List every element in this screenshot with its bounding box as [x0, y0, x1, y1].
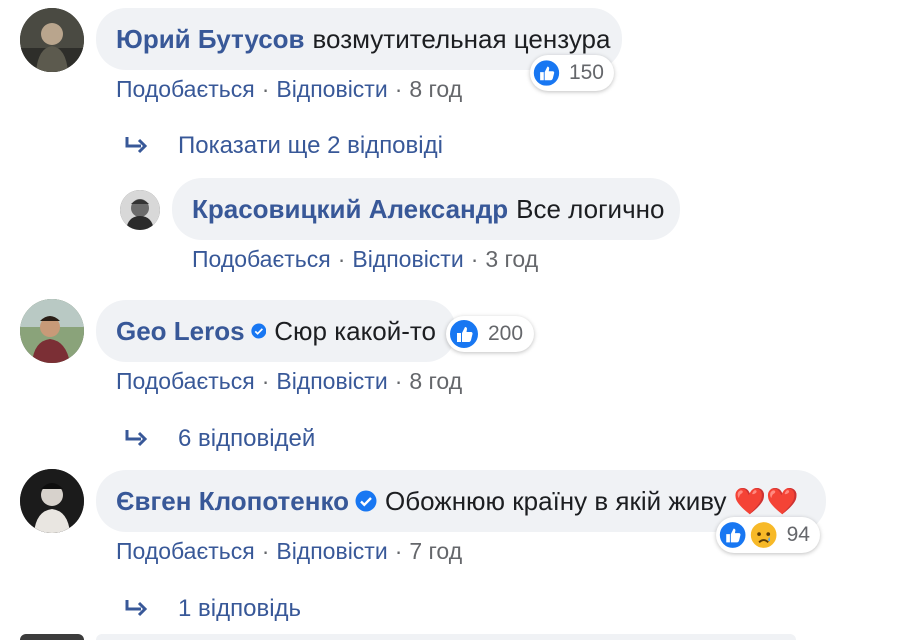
reaction-summary[interactable]: 94 [716, 517, 820, 553]
separator: · [394, 368, 403, 394]
reply-link[interactable]: Відповісти [276, 76, 387, 103]
comment-bubble: Geo Leros Сюр какой-то [96, 300, 456, 362]
like-link[interactable]: Подобається [116, 538, 255, 565]
reply-bubble: Красовицкий Александр Все логично [172, 178, 680, 240]
separator: · [261, 76, 270, 102]
show-replies-link[interactable]: Показати ще 2 відповіді [124, 132, 443, 160]
avatar[interactable] [120, 190, 160, 230]
like-link[interactable]: Подобається [116, 368, 255, 395]
reply-link[interactable]: Відповісти [352, 246, 463, 273]
show-replies-link[interactable]: 1 відповідь [124, 595, 301, 623]
reaction-summary[interactable]: 200 [446, 316, 534, 352]
reply-arrow-icon [125, 600, 148, 617]
like-icon [532, 58, 561, 88]
timestamp[interactable]: 8 год [409, 76, 462, 103]
comment-text: Сюр какой-то [274, 315, 436, 346]
reply-link[interactable]: Відповісти [276, 538, 387, 565]
comment-text: Обожнюю країну в якій живу ❤️❤️ [385, 485, 799, 516]
show-replies-label: Показати ще 2 відповіді [178, 132, 443, 159]
comment-text: возмутительная цензура [312, 23, 611, 54]
show-replies-label: 6 відповідей [178, 425, 316, 452]
like-icon [718, 520, 748, 550]
reply-text: Все логично [516, 193, 665, 224]
like-icon [448, 318, 480, 350]
separator: · [261, 368, 270, 394]
separator: · [394, 76, 403, 102]
reaction-count: 150 [568, 61, 604, 84]
separator: · [470, 246, 479, 272]
show-replies-link[interactable]: 6 відповідей [124, 425, 315, 453]
reply-author[interactable]: Красовицкий Александр [192, 194, 508, 225]
avatar[interactable] [20, 469, 84, 533]
verified-badge-icon [250, 323, 266, 339]
reply-link[interactable]: Відповісти [276, 368, 387, 395]
next-avatar-edge [20, 634, 84, 640]
reaction-count: 94 [786, 523, 810, 546]
timestamp[interactable]: 8 год [409, 368, 462, 395]
reaction-summary[interactable]: 150 [530, 55, 614, 91]
sad-icon [749, 520, 779, 550]
avatar[interactable] [20, 8, 84, 72]
comment-actions: Подобається · Відповісти · 8 год [116, 76, 462, 103]
avatar[interactable] [20, 299, 84, 363]
like-link[interactable]: Подобається [192, 246, 331, 273]
separator: · [394, 538, 403, 564]
comment-bubble: Євген Клопотенко Обожнюю країну в якій ж… [96, 470, 826, 532]
comment-author[interactable]: Юрий Бутусов [116, 24, 305, 55]
reply-actions: Подобається · Відповісти · 3 год [192, 246, 538, 273]
comment-actions: Подобається · Відповісти · 7 год [116, 538, 462, 565]
like-link[interactable]: Подобається [116, 76, 255, 103]
separator: · [337, 246, 346, 272]
reply-arrow-icon [125, 430, 148, 447]
reply-arrow-icon [125, 137, 148, 154]
comment-author[interactable]: Geo Leros [116, 316, 245, 347]
next-comment-edge [96, 634, 796, 640]
show-replies-label: 1 відповідь [178, 595, 302, 622]
timestamp[interactable]: 7 год [409, 538, 462, 565]
comment-actions: Подобається · Відповісти · 8 год [116, 368, 462, 395]
separator: · [261, 538, 270, 564]
verified-badge-icon [355, 490, 377, 512]
reaction-count: 200 [488, 322, 524, 345]
timestamp[interactable]: 3 год [485, 246, 538, 273]
comment-author[interactable]: Євген Клопотенко [116, 486, 349, 517]
